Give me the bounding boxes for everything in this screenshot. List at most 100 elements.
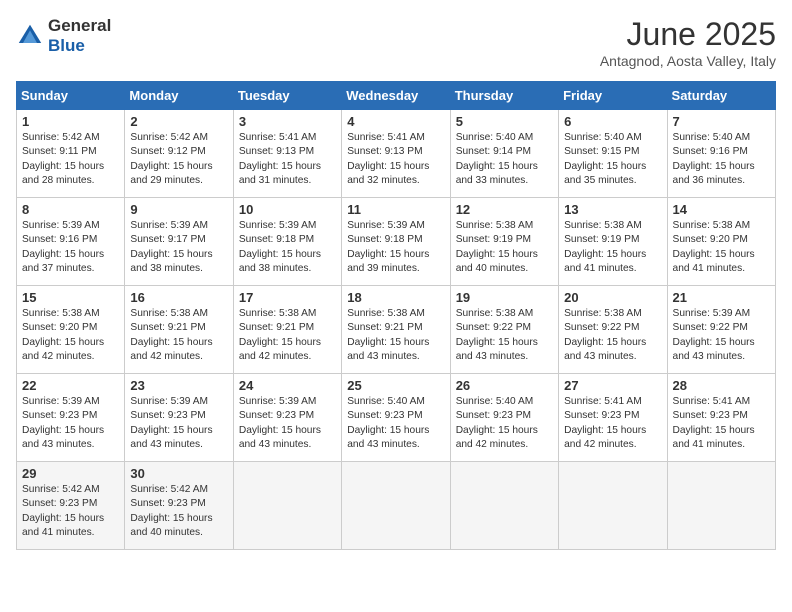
calendar-table: SundayMondayTuesdayWednesdayThursdayFrid… — [16, 81, 776, 550]
day-number: 12 — [456, 202, 553, 217]
cell-sun-info: Sunrise: 5:38 AMSunset: 9:20 PMDaylight:… — [22, 307, 119, 364]
calendar-cell: 1Sunrise: 5:42 AMSunset: 9:11 PMDaylight… — [17, 110, 125, 198]
cell-sun-info: Sunrise: 5:42 AMSunset: 9:12 PMDaylight:… — [130, 131, 227, 188]
day-number: 5 — [456, 114, 553, 129]
day-number: 19 — [456, 290, 553, 305]
day-number: 29 — [22, 466, 119, 481]
cell-sun-info: Sunrise: 5:39 AMSunset: 9:23 PMDaylight:… — [22, 395, 119, 452]
cell-sun-info: Sunrise: 5:40 AMSunset: 9:15 PMDaylight:… — [564, 131, 661, 188]
calendar-cell: 19 Sunrise: 5:38 AMSunset: 9:22 PMDayligh… — [450, 286, 558, 374]
calendar-cell: 16 Sunrise: 5:38 AMSunset: 9:21 PMDayligh… — [125, 286, 233, 374]
cell-sun-info: Sunrise: 5:38 AMSunset: 9:21 PMDaylight:… — [239, 307, 336, 364]
day-number: 11 — [347, 202, 444, 217]
calendar-cell — [342, 462, 450, 550]
logo-text-general: General — [48, 16, 111, 36]
day-of-week-header: Thursday — [450, 82, 558, 110]
calendar-cell: 28Sunrise: 5:41 AMSunset: 9:23 PMDayligh… — [667, 374, 775, 462]
calendar-cell: 30 Sunrise: 5:42 AMSunset: 9:23 PMDayligh… — [125, 462, 233, 550]
calendar-cell: 11 Sunrise: 5:39 AMSunset: 9:18 PMDayligh… — [342, 198, 450, 286]
cell-sun-info: Sunrise: 5:42 AMSunset: 9:23 PMDaylight:… — [130, 483, 227, 540]
cell-sun-info: Sunrise: 5:39 AMSunset: 9:23 PMDaylight:… — [239, 395, 336, 452]
calendar-cell: 6 Sunrise: 5:40 AMSunset: 9:15 PMDaylight… — [559, 110, 667, 198]
cell-sun-info: Sunrise: 5:41 AMSunset: 9:23 PMDaylight:… — [673, 395, 770, 452]
logo-text-blue: Blue — [48, 36, 111, 56]
cell-sun-info: Sunrise: 5:42 AMSunset: 9:23 PMDaylight:… — [22, 483, 119, 540]
day-number: 20 — [564, 290, 661, 305]
day-of-week-header: Friday — [559, 82, 667, 110]
day-number: 3 — [239, 114, 336, 129]
cell-sun-info: Sunrise: 5:38 AMSunset: 9:20 PMDaylight:… — [673, 219, 770, 276]
cell-sun-info: Sunrise: 5:39 AMSunset: 9:18 PMDaylight:… — [347, 219, 444, 276]
day-of-week-header: Wednesday — [342, 82, 450, 110]
calendar-cell: 22 Sunrise: 5:39 AMSunset: 9:23 PMDayligh… — [17, 374, 125, 462]
location-subtitle: Antagnod, Aosta Valley, Italy — [600, 53, 776, 69]
logo-icon — [16, 22, 44, 50]
day-number: 15 — [22, 290, 119, 305]
day-number: 10 — [239, 202, 336, 217]
calendar-cell: 25 Sunrise: 5:40 AMSunset: 9:23 PMDayligh… — [342, 374, 450, 462]
page-header: General Blue June 2025 Antagnod, Aosta V… — [16, 16, 776, 69]
calendar-cell: 3Sunrise: 5:41 AMSunset: 9:13 PMDaylight… — [233, 110, 341, 198]
calendar-cell: 26 Sunrise: 5:40 AMSunset: 9:23 PMDayligh… — [450, 374, 558, 462]
day-number: 1 — [22, 114, 119, 129]
day-number: 25 — [347, 378, 444, 393]
day-number: 18 — [347, 290, 444, 305]
calendar-cell — [559, 462, 667, 550]
calendar-cell: 7 Sunrise: 5:40 AMSunset: 9:16 PMDaylight… — [667, 110, 775, 198]
day-number: 17 — [239, 290, 336, 305]
calendar-cell: 14Sunrise: 5:38 AMSunset: 9:20 PMDayligh… — [667, 198, 775, 286]
day-number: 23 — [130, 378, 227, 393]
day-number: 4 — [347, 114, 444, 129]
cell-sun-info: Sunrise: 5:39 AMSunset: 9:16 PMDaylight:… — [22, 219, 119, 276]
calendar-cell: 24Sunrise: 5:39 AMSunset: 9:23 PMDayligh… — [233, 374, 341, 462]
cell-sun-info: Sunrise: 5:40 AMSunset: 9:23 PMDaylight:… — [456, 395, 553, 452]
cell-sun-info: Sunrise: 5:38 AMSunset: 9:19 PMDaylight:… — [564, 219, 661, 276]
cell-sun-info: Sunrise: 5:38 AMSunset: 9:22 PMDaylight:… — [456, 307, 553, 364]
day-of-week-header: Saturday — [667, 82, 775, 110]
calendar-cell: 27 Sunrise: 5:41 AMSunset: 9:23 PMDayligh… — [559, 374, 667, 462]
calendar-cell: 4Sunrise: 5:41 AMSunset: 9:13 PMDaylight… — [342, 110, 450, 198]
cell-sun-info: Sunrise: 5:38 AMSunset: 9:22 PMDaylight:… — [564, 307, 661, 364]
day-of-week-header: Sunday — [17, 82, 125, 110]
day-number: 30 — [130, 466, 227, 481]
calendar-cell: 20 Sunrise: 5:38 AMSunset: 9:22 PMDayligh… — [559, 286, 667, 374]
calendar-cell: 10Sunrise: 5:39 AMSunset: 9:18 PMDayligh… — [233, 198, 341, 286]
calendar-cell: 13 Sunrise: 5:38 AMSunset: 9:19 PMDayligh… — [559, 198, 667, 286]
day-of-week-header: Monday — [125, 82, 233, 110]
calendar-cell: 9Sunrise: 5:39 AMSunset: 9:17 PMDaylight… — [125, 198, 233, 286]
calendar-cell: 2 Sunrise: 5:42 AMSunset: 9:12 PMDaylight… — [125, 110, 233, 198]
calendar-cell: 23 Sunrise: 5:39 AMSunset: 9:23 PMDayligh… — [125, 374, 233, 462]
cell-sun-info: Sunrise: 5:40 AMSunset: 9:23 PMDaylight:… — [347, 395, 444, 452]
day-number: 2 — [130, 114, 227, 129]
calendar-cell: 15 Sunrise: 5:38 AMSunset: 9:20 PMDayligh… — [17, 286, 125, 374]
day-number: 8 — [22, 202, 119, 217]
calendar-cell: 12 Sunrise: 5:38 AMSunset: 9:19 PMDayligh… — [450, 198, 558, 286]
day-number: 26 — [456, 378, 553, 393]
calendar-cell: 8 Sunrise: 5:39 AMSunset: 9:16 PMDaylight… — [17, 198, 125, 286]
cell-sun-info: Sunrise: 5:39 AMSunset: 9:17 PMDaylight:… — [130, 219, 227, 276]
day-number: 22 — [22, 378, 119, 393]
day-number: 27 — [564, 378, 661, 393]
cell-sun-info: Sunrise: 5:38 AMSunset: 9:21 PMDaylight:… — [347, 307, 444, 364]
cell-sun-info: Sunrise: 5:39 AMSunset: 9:23 PMDaylight:… — [130, 395, 227, 452]
cell-sun-info: Sunrise: 5:38 AMSunset: 9:19 PMDaylight:… — [456, 219, 553, 276]
day-number: 13 — [564, 202, 661, 217]
day-of-week-header: Tuesday — [233, 82, 341, 110]
calendar-cell: 17 Sunrise: 5:38 AMSunset: 9:21 PMDayligh… — [233, 286, 341, 374]
cell-sun-info: Sunrise: 5:41 AMSunset: 9:23 PMDaylight:… — [564, 395, 661, 452]
calendar-cell: 21 Sunrise: 5:39 AMSunset: 9:22 PMDayligh… — [667, 286, 775, 374]
calendar-cell — [667, 462, 775, 550]
calendar-cell — [450, 462, 558, 550]
calendar-cell: 29 Sunrise: 5:42 AMSunset: 9:23 PMDayligh… — [17, 462, 125, 550]
month-title: June 2025 — [600, 16, 776, 53]
day-number: 6 — [564, 114, 661, 129]
calendar-cell: 5Sunrise: 5:40 AMSunset: 9:14 PMDaylight… — [450, 110, 558, 198]
day-number: 21 — [673, 290, 770, 305]
title-block: June 2025 Antagnod, Aosta Valley, Italy — [600, 16, 776, 69]
calendar-cell — [233, 462, 341, 550]
day-number: 16 — [130, 290, 227, 305]
cell-sun-info: Sunrise: 5:40 AMSunset: 9:16 PMDaylight:… — [673, 131, 770, 188]
cell-sun-info: Sunrise: 5:39 AMSunset: 9:22 PMDaylight:… — [673, 307, 770, 364]
day-number: 7 — [673, 114, 770, 129]
cell-sun-info: Sunrise: 5:38 AMSunset: 9:21 PMDaylight:… — [130, 307, 227, 364]
